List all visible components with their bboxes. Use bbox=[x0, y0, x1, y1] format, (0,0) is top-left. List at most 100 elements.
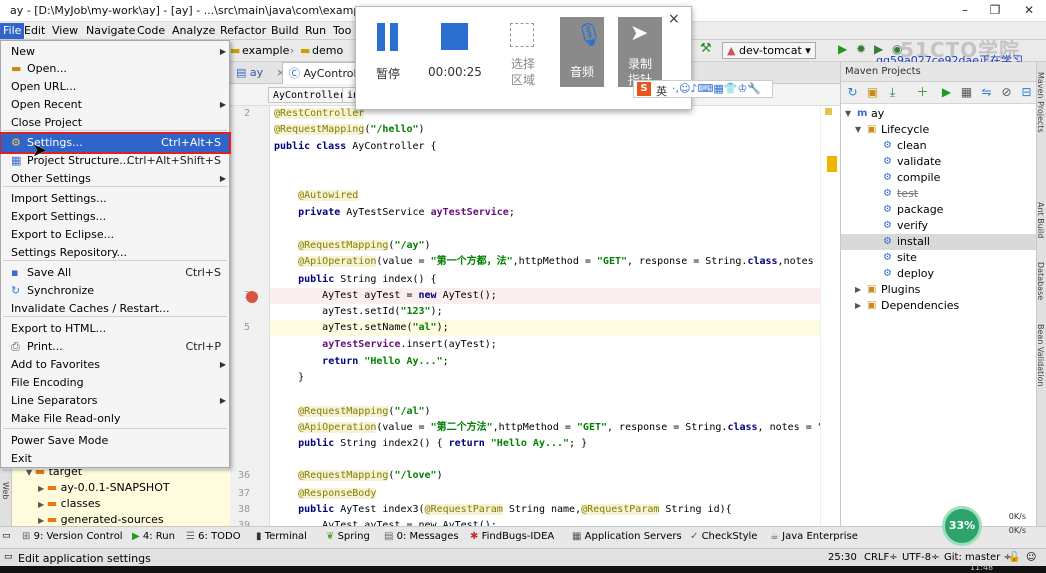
generate-sources-icon[interactable]: ▣ bbox=[865, 85, 880, 100]
code-line[interactable]: private AyTestService ayTestService; bbox=[270, 205, 840, 221]
sogou-icon[interactable]: S bbox=[637, 82, 651, 96]
tool-ant-build[interactable]: Ant Build bbox=[1037, 202, 1045, 238]
file-menu-item-line-separators[interactable]: Line Separators ▶ bbox=[1, 392, 229, 410]
run-icon[interactable]: ▶ bbox=[838, 42, 847, 56]
menu-navigate[interactable]: Navigate bbox=[86, 24, 135, 37]
maven-item-site[interactable]: ⚙ site bbox=[841, 250, 1037, 266]
warning-marker-icon[interactable] bbox=[825, 108, 832, 115]
code-line[interactable]: ayTest.setId("123"); bbox=[270, 304, 840, 320]
breakpoint-icon[interactable] bbox=[246, 291, 258, 303]
tool-messages[interactable]: ▤ 0: Messages bbox=[384, 531, 459, 542]
file-menu-item-export-to-eclipse[interactable]: Export to Eclipse... bbox=[1, 226, 229, 244]
menu-code[interactable]: Code bbox=[137, 24, 165, 37]
file-menu-item-import-settings[interactable]: Import Settings... bbox=[1, 190, 229, 208]
caret-position[interactable]: 25:30 bbox=[828, 552, 857, 563]
code-line[interactable]: AyTest ayTest = new AyTest(); bbox=[270, 518, 840, 526]
download-icon[interactable]: ⤓ bbox=[885, 85, 900, 100]
tool-findbugs[interactable]: ✱ FindBugs-IDEA bbox=[470, 531, 554, 542]
tool-terminal[interactable]: ▮ Terminal bbox=[256, 531, 307, 542]
code-line[interactable]: public String index2() { return "Hello A… bbox=[270, 436, 840, 452]
breadcrumb-demo[interactable]: demo bbox=[312, 44, 343, 57]
file-menu-item-add-to-favorites[interactable]: Add to Favorites ▶ bbox=[1, 356, 229, 374]
collapse-arrow-icon[interactable]: ▶ bbox=[855, 298, 861, 314]
code-line[interactable]: @ResponseBody bbox=[270, 486, 840, 502]
scroll-marker[interactable] bbox=[827, 156, 837, 172]
code-line[interactable]: @RequestMapping("/ay") bbox=[270, 238, 840, 254]
code-editor[interactable]: @RestController @RequestMapping("/hello")… bbox=[270, 106, 840, 526]
status-panel-icon[interactable]: ▭ bbox=[4, 552, 13, 562]
expand-arrow-icon[interactable]: ▼ bbox=[855, 122, 861, 138]
maven-item-verify[interactable]: ⚙ verify bbox=[841, 218, 1037, 234]
breadcrumb-example[interactable]: example bbox=[242, 44, 289, 57]
maven-item-clean[interactable]: ⚙ clean bbox=[841, 138, 1037, 154]
git-branch[interactable]: Git: master ÷ bbox=[944, 552, 1012, 563]
collapse-arrow-icon[interactable]: ▶ bbox=[38, 500, 47, 509]
code-line[interactable]: ayTestService.insert(ayTest); bbox=[270, 337, 840, 353]
code-line[interactable] bbox=[270, 452, 840, 468]
tool-spring[interactable]: ❦ Spring bbox=[326, 531, 370, 542]
code-line[interactable]: ayTest.setName("al"); bbox=[270, 320, 840, 336]
network-badge[interactable]: 33% bbox=[942, 506, 982, 546]
code-line[interactable]: public class AyController { bbox=[270, 139, 840, 155]
menu-refactor[interactable]: Refactor bbox=[220, 24, 266, 37]
maven-item-dependencies[interactable]: ▶ ▣ Dependencies bbox=[841, 298, 1037, 314]
maven-item-compile[interactable]: ⚙ compile bbox=[841, 170, 1037, 186]
toggle-toolbar-icon[interactable]: ▭ bbox=[2, 531, 11, 541]
tool-maven-projects[interactable]: Maven Projects bbox=[1037, 72, 1045, 133]
ime-mode[interactable]: 英 bbox=[656, 83, 667, 99]
run-config-select[interactable]: ▲ dev-tomcat ▾ bbox=[722, 42, 816, 59]
refresh-icon[interactable]: ↻ bbox=[845, 85, 860, 100]
execute-goal-icon[interactable]: ▦ bbox=[959, 85, 974, 100]
maven-item-ay[interactable]: ▼ m ay bbox=[841, 106, 1037, 122]
select-region-button[interactable]: 选择 区域 bbox=[496, 7, 550, 91]
code-line[interactable]: @Autowired bbox=[270, 188, 840, 204]
code-line[interactable]: @RequestMapping("/hello") bbox=[270, 122, 840, 138]
crumb-class[interactable]: AyController bbox=[268, 87, 351, 103]
stop-button[interactable]: 00:00:25 bbox=[420, 7, 490, 91]
close-window-icon[interactable]: ✕ bbox=[1022, 3, 1036, 17]
tool-bean-validation[interactable]: Bean Validation bbox=[1037, 324, 1045, 386]
tool-web[interactable]: Web bbox=[1, 482, 10, 499]
hammer-icon[interactable]: ⚒ bbox=[700, 41, 712, 56]
code-line[interactable]: return "Hello Ay..."; bbox=[270, 354, 840, 370]
tab-ay[interactable]: ▤ ay bbox=[230, 62, 269, 84]
project-tree-item[interactable]: ▶ ▬ classes bbox=[38, 496, 100, 512]
tool-run[interactable]: ▶ 4: Run bbox=[132, 531, 175, 542]
file-menu-item-make-file-read-only[interactable]: Make File Read-only bbox=[1, 410, 229, 428]
tool-app-servers[interactable]: ▦ Application Servers bbox=[572, 531, 682, 542]
file-menu-item-open-url[interactable]: Open URL... bbox=[1, 78, 229, 96]
code-line[interactable] bbox=[270, 222, 840, 238]
file-menu-item-synchronize[interactable]: ↻ Synchronize bbox=[1, 282, 229, 300]
maven-item-test[interactable]: ⚙ test bbox=[841, 186, 1037, 202]
maven-item-validate[interactable]: ⚙ validate bbox=[841, 154, 1037, 170]
audio-button[interactable]: 🎙 音频 bbox=[560, 17, 604, 87]
file-menu-item-print[interactable]: ⎙ Print... Ctrl+P bbox=[1, 338, 229, 356]
lock-icon[interactable]: 🔓 bbox=[1008, 552, 1020, 563]
expand-arrow-icon[interactable]: ▼ bbox=[26, 468, 35, 477]
code-line[interactable]: public String index() { bbox=[270, 272, 840, 288]
maven-item-lifecycle[interactable]: ▼ ▣ Lifecycle bbox=[841, 122, 1037, 138]
add-icon[interactable]: ＋ bbox=[915, 85, 930, 100]
tool-database[interactable]: Database bbox=[1037, 262, 1045, 300]
menu-view[interactable]: View bbox=[52, 24, 78, 37]
pause-button[interactable]: 暂停 bbox=[360, 7, 416, 91]
code-line[interactable]: } bbox=[270, 370, 840, 386]
project-tree-item[interactable]: ▶ ▬ ay-0.0.1-SNAPSHOT bbox=[38, 480, 170, 496]
collapse-arrow-icon[interactable]: ▶ bbox=[855, 282, 861, 298]
expand-arrow-icon[interactable]: ▼ bbox=[845, 106, 851, 122]
maven-item-install[interactable]: ⚙ install bbox=[841, 234, 1037, 250]
maven-item-plugins[interactable]: ▶ ▣ Plugins bbox=[841, 282, 1037, 298]
file-menu-item-export-settings[interactable]: Export Settings... bbox=[1, 208, 229, 226]
code-line[interactable]: @ApiOperation(value = "第二个方法",httpMethod… bbox=[270, 420, 840, 436]
collapse-arrow-icon[interactable]: ▶ bbox=[38, 484, 47, 493]
file-menu-item-open[interactable]: ▬ Open... bbox=[1, 60, 229, 78]
tool-todo[interactable]: ☰ 6: TODO bbox=[186, 531, 241, 542]
line-separator[interactable]: CRLF÷ bbox=[864, 552, 898, 563]
code-line[interactable]: @ApiOperation(value = "第一个方都，法",httpMeth… bbox=[270, 254, 840, 270]
collapse-arrow-icon[interactable]: ▶ bbox=[38, 516, 47, 525]
collapse-icon[interactable]: ⊟ bbox=[1019, 85, 1034, 100]
notifications-icon[interactable]: ☺ bbox=[1026, 552, 1036, 563]
menu-build[interactable]: Build bbox=[271, 24, 299, 37]
file-menu-item-exit[interactable]: Exit bbox=[1, 450, 229, 468]
file-menu-item-new[interactable]: New ▶ bbox=[1, 43, 229, 61]
